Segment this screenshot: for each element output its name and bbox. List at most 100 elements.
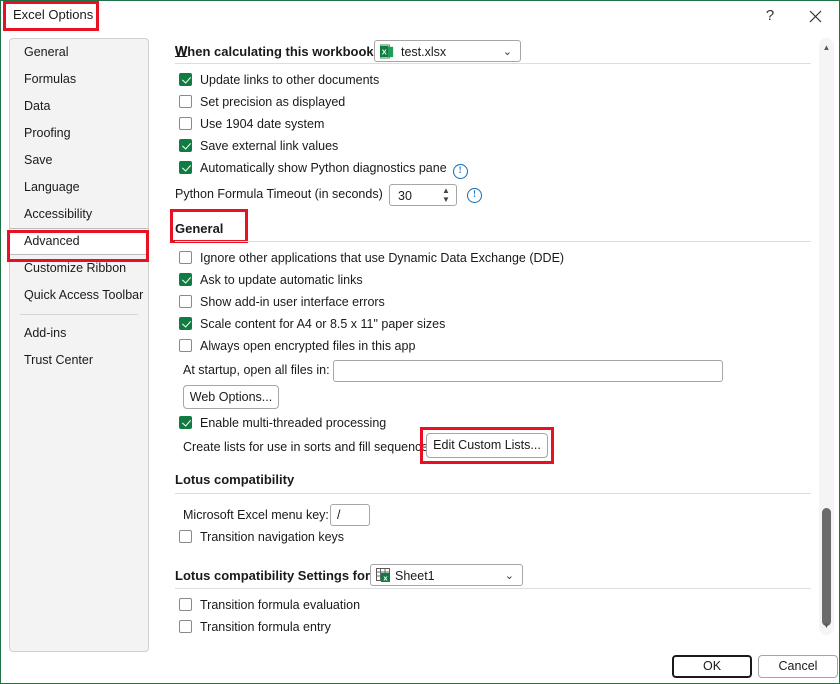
sidebar-item-general[interactable]: General [10,39,148,66]
scrollbar-thumb[interactable] [822,508,831,626]
checkbox-ignore-dde[interactable]: Ignore other applications that use Dynam… [179,251,564,265]
web-options-label: Web Options... [189,390,273,404]
sidebar: General Formulas Data Proofing Save Lang… [9,38,149,652]
checkbox-label: Transition formula entry [200,620,331,634]
checkbox-transition-navigation-keys[interactable]: Transition navigation keys [179,530,344,544]
checkbox-python-diagnostics-pane[interactable]: Automatically show Python diagnostics pa… [179,161,468,179]
lotus-rule [175,493,811,494]
sidebar-item-label: Advanced [24,234,80,248]
checkbox-scale-content-a4[interactable]: Scale content for A4 or 8.5 x 11" paper … [179,317,445,331]
general-heading: General [175,221,223,236]
checkbox-save-external-link-values[interactable]: Save external link values [179,139,338,153]
general-heading-text: General [175,221,224,236]
checkbox-transition-formula-evaluation[interactable]: Transition formula evaluation [179,598,360,612]
checkbox-box [179,273,192,286]
excel-file-icon: X [380,44,394,59]
checkbox-always-open-encrypted[interactable]: Always open encrypted files in this app [179,339,415,353]
checkbox-label: Use 1904 date system [200,117,325,131]
python-timeout-value: 30 [398,189,412,203]
sidebar-item-formulas[interactable]: Formulas [10,66,148,93]
checkbox-label: Transition formula evaluation [200,598,361,612]
close-icon[interactable] [801,4,829,28]
sidebar-item-label: Language [24,180,80,194]
checkbox-1904-date[interactable]: Use 1904 date system [179,117,324,131]
checkbox-enable-multithreaded[interactable]: Enable multi-threaded processing [179,416,386,430]
sidebar-item-label: General [24,45,69,59]
checkbox-box [179,73,192,86]
checkbox-update-links[interactable]: Update links to other documents [179,73,379,87]
checkbox-box [179,598,192,611]
lotus-settings-rule [175,588,811,589]
vertical-scrollbar[interactable]: ▲ ▼ [819,38,834,635]
calc-rule [175,63,811,64]
menu-key-input[interactable] [330,504,370,526]
checkbox-label: Always open encrypted files in this app [200,339,416,353]
checkbox-label: Show add-in user interface errors [200,295,385,309]
ok-button[interactable]: OK [672,655,752,678]
sidebar-item-customize-ribbon[interactable]: Customize Ribbon [10,255,148,282]
sidebar-item-label: Data [24,99,51,113]
cancel-button[interactable]: Cancel [758,655,838,678]
worksheet-icon: x [376,568,390,583]
checkbox-show-addin-errors[interactable]: Show add-in user interface errors [179,295,385,309]
sidebar-item-label: Proofing [24,126,71,140]
checkbox-label: Enable multi-threaded processing [200,416,387,430]
cancel-label: Cancel [778,659,818,673]
checkbox-transition-formula-entry[interactable]: Transition formula entry [179,620,331,634]
info-icon[interactable]: ! [452,164,468,179]
sidebar-item-language[interactable]: Language [10,174,148,201]
scroll-up-arrow-icon[interactable]: ▲ [819,40,834,55]
checkbox-set-precision[interactable]: Set precision as displayed [179,95,345,109]
startup-label: At startup, open all files in: [183,363,330,377]
checkbox-label: Ask to update automatic links [200,273,363,287]
checkbox-box [179,117,192,130]
sidebar-item-data[interactable]: Data [10,93,148,120]
sidebar-item-add-ins[interactable]: Add-ins [10,320,148,347]
python-timeout-label-text: Python Formula Timeout (in seconds) [175,187,383,201]
help-button[interactable]: ? [756,4,784,28]
stepper-arrows[interactable]: ▲ ▼ [440,186,452,206]
sidebar-item-accessibility[interactable]: Accessibility [10,201,148,228]
info-icon[interactable]: ! [467,188,482,203]
edit-custom-lists-button[interactable]: Edit Custom Lists... [426,433,548,458]
sidebar-item-save[interactable]: Save [10,147,148,174]
calc-heading: When calculating this workbook: [175,44,378,59]
lotus-sheet-value: Sheet1 [395,569,435,583]
checkbox-label: Set precision as displayed [200,95,346,109]
sidebar-item-trust-center[interactable]: Trust Center [10,347,148,374]
checkbox-box [179,95,192,108]
chevron-down-icon: ⌄ [502,46,512,58]
title-bar: Excel Options ? [1,1,839,31]
workbook-value: test.xlsx [401,45,447,59]
custom-lists-label: Create lists for use in sorts and fill s… [183,440,438,454]
sidebar-item-proofing[interactable]: Proofing [10,120,148,147]
lotus-settings-for-text: Lotus compatibility Settings for: [175,568,375,583]
checkbox-ask-update-automatic-links[interactable]: Ask to update automatic links [179,273,363,287]
checkbox-box [179,339,192,352]
checkbox-box [179,161,192,174]
sidebar-item-label: Add-ins [24,326,67,340]
startup-folder-input[interactable] [333,360,723,382]
checkbox-box [179,620,192,633]
web-options-button[interactable]: Web Options... [183,385,279,409]
workbook-combobox[interactable]: X test.xlsx ⌄ [374,40,521,62]
checkbox-label: Ignore other applications that use Dynam… [200,251,565,265]
excel-options-dialog: Excel Options ? General Formulas Data Pr… [0,0,840,684]
ok-label: OK [702,659,722,673]
python-timeout-stepper[interactable]: 30 ▲ ▼ [389,184,457,206]
sidebar-item-quick-access-toolbar[interactable]: Quick Access Toolbar [10,282,148,309]
checkbox-box [179,251,192,264]
sidebar-item-advanced[interactable]: Advanced [10,228,148,255]
sidebar-item-label: Quick Access Toolbar [24,288,144,302]
lotus-heading-text: Lotus compatibility [175,472,295,487]
checkbox-box [179,295,192,308]
sidebar-item-label: Formulas [24,72,77,86]
sidebar-item-label: Customize Ribbon [24,261,127,275]
sidebar-item-label: Trust Center [24,353,94,367]
checkbox-label: Transition navigation keys [200,530,345,544]
lotus-settings-for-label: Lotus compatibility Settings for: [175,568,374,583]
menu-key-label-text: Microsoft Excel menu key: [183,508,329,522]
lotus-sheet-combobox[interactable]: x Sheet1 ⌄ [370,564,523,586]
scroll-down-arrow-icon[interactable]: ▼ [819,618,834,633]
general-rule [175,241,811,242]
